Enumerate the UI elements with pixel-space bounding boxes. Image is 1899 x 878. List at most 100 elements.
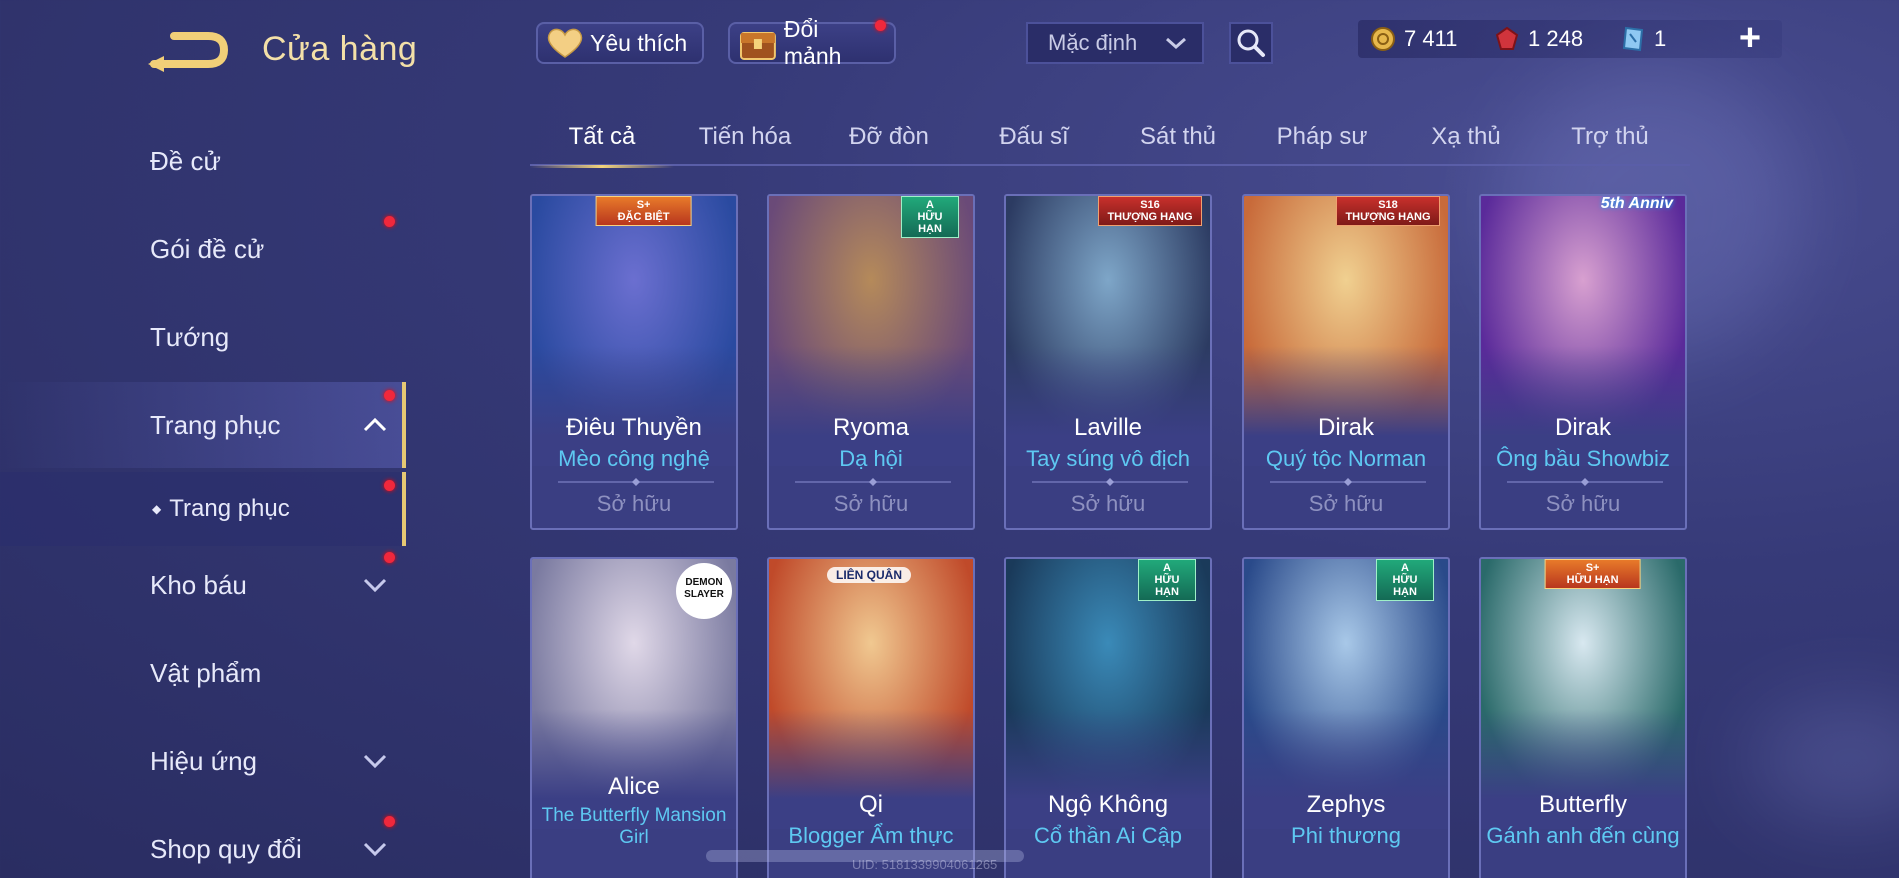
skin-card[interactable]: LIÊN QUÂN Qi Blogger Ẩm thực Sở hữu [767, 557, 975, 878]
tier-badge: A HỮU HẠN [1376, 559, 1434, 601]
hero-name: Dirak [1554, 414, 1611, 441]
sidebar: Đề cử Gói đề cử Tướng Trang phục ◆ Trang… [0, 100, 410, 878]
sidebar-item-label: Hiệu ứng [150, 745, 258, 776]
tab-mage[interactable]: Pháp sư [1250, 112, 1394, 166]
ownership-status: Sở hữu [1545, 491, 1621, 516]
skin-card[interactable]: S+ ĐẶC BIỆT Điêu Thuyền Mèo công nghệ Sở… [530, 194, 738, 530]
exchange-label: Đổi mảnh [783, 16, 842, 69]
hero-name: Điêu Thuyền [566, 414, 702, 441]
exchange-fragments-button[interactable]: Đổi mảnh [728, 16, 896, 69]
chevron-down-icon [363, 754, 387, 769]
back-arrow-icon [148, 32, 229, 72]
hero-name: Dirak [1317, 414, 1374, 441]
bullet-icon: ◆ [152, 502, 162, 516]
sidebar-item-label: Vật phẩm [150, 657, 262, 688]
sidebar-subitem-costumes[interactable]: ◆ Trang phục [0, 472, 406, 546]
red-gem-icon [1495, 26, 1519, 50]
gem-currency: 1 248 [1494, 20, 1583, 58]
divider-ornament [1270, 478, 1426, 486]
gem-value: 1 248 [1528, 26, 1584, 51]
sort-value: Mặc định [1048, 30, 1138, 55]
skin-name: Quý tộc Norman [1265, 446, 1427, 471]
sidebar-item-recommended-packs[interactable]: Gói đề cử [0, 206, 406, 292]
sidebar-item-treasure[interactable]: Kho báu [0, 542, 406, 628]
heart-icon [547, 28, 583, 58]
tier-badge: S16 THƯỢNG HẠNG [1098, 196, 1202, 226]
ownership-status: Sở hữu [596, 491, 672, 516]
ownership-status: Sở hữu [1308, 491, 1384, 516]
voucher-currency: 1 [1620, 20, 1666, 58]
ownership-status: Sở hữu [1070, 491, 1146, 516]
chevron-down-icon [363, 842, 387, 857]
skin-card[interactable]: S18 THƯỢNG HẠNG Dirak Quý tộc Norman Sở … [1242, 194, 1450, 530]
skin-card[interactable]: A HỮU HẠN Ngộ Không Cổ thần Ai Cập Sở hữ… [1004, 557, 1212, 878]
divider-ornament [1032, 478, 1188, 486]
hero-name: Alice [607, 773, 661, 800]
tier-badge: S+ HỮU HẠN [1544, 559, 1641, 589]
back-button[interactable] [148, 28, 230, 72]
tier-badge: S18 THƯỢNG HẠNG [1336, 196, 1440, 226]
skin-name: Cổ thần Ai Cập [1034, 823, 1182, 848]
skin-card[interactable]: DEMON SLAYER Alice The Butterfly Mansion… [530, 557, 738, 878]
sidebar-item-costumes[interactable]: Trang phục [0, 382, 406, 468]
skin-name: Gánh anh đến cùng [1486, 823, 1680, 848]
skin-name: Tay súng vô địch [1026, 446, 1190, 471]
tier-badge: LIÊN QUÂN [827, 567, 911, 583]
search-icon [1237, 29, 1265, 57]
sidebar-item-label: Trang phục [169, 495, 290, 522]
sort-dropdown[interactable]: Mặc định [1026, 22, 1204, 64]
skin-card[interactable]: A HỮU HẠN Ryoma Dạ hội Sở hữu [767, 194, 975, 530]
notification-dot [384, 216, 395, 227]
sidebar-item-label: Kho báu [150, 569, 247, 600]
skin-card[interactable]: S16 THƯỢNG HẠNG Laville Tay súng vô địch… [1004, 194, 1212, 530]
skin-name: Dạ hội [839, 446, 903, 471]
divider-ornament [1507, 478, 1663, 486]
chevron-down-icon [363, 578, 387, 593]
notification-dot [384, 816, 395, 827]
gold-value: 7 411 [1404, 26, 1458, 51]
skin-name: The Butterfly Mansion Girl [541, 805, 727, 848]
divider-ornament [795, 478, 951, 486]
sidebar-item-exchange-shop[interactable]: Shop quy đổi [0, 806, 406, 878]
favorite-button[interactable]: Yêu thích [536, 22, 704, 64]
tab-all[interactable]: Tất cả [530, 112, 674, 168]
ownership-status: Sở hữu [833, 491, 909, 516]
voucher-value: 1 [1654, 26, 1667, 51]
tier-badge: A HỮU HẠN [1138, 559, 1196, 601]
sidebar-item-heroes[interactable]: Tướng [0, 294, 406, 380]
tab-support[interactable]: Trợ thủ [1538, 112, 1682, 166]
blue-voucher-icon [1622, 26, 1644, 52]
chevron-up-icon [363, 417, 387, 432]
sidebar-item-label: Tướng [150, 321, 230, 352]
skin-card[interactable]: S+ HỮU HẠN Butterfly Gánh anh đến cùng S… [1479, 557, 1687, 878]
skin-name: Ông bầu Showbiz [1496, 446, 1670, 471]
divider-ornament [558, 478, 714, 486]
notification-dot [875, 20, 886, 31]
hero-name: Zephys [1306, 791, 1386, 818]
sidebar-item-items[interactable]: Vật phẩm [0, 630, 406, 716]
sidebar-item-effects[interactable]: Hiệu ứng [0, 718, 406, 804]
hero-name: Ryoma [832, 414, 910, 441]
tab-marksman[interactable]: Xạ thủ [1394, 112, 1538, 166]
skin-card[interactable]: A HỮU HẠN Zephys Phi thương Sở hữu [1242, 557, 1450, 878]
uid-text: UID: 5181339904061265 [852, 857, 998, 872]
role-tabs: Tất cả Tiến hóa Đỡ đòn Đấu sĩ Sát thủ Ph… [530, 112, 1690, 168]
tab-assassin[interactable]: Sát thủ [1106, 112, 1250, 166]
search-button[interactable] [1229, 22, 1273, 64]
tier-badge: DEMON SLAYER [676, 563, 732, 619]
treasure-chest-icon [739, 32, 776, 60]
skin-card[interactable]: 5th Anniv Dirak Ông bầu Showbiz Sở hữu [1479, 194, 1687, 530]
favorite-label: Yêu thích [590, 29, 688, 56]
gold-coin-icon [1371, 27, 1395, 51]
tab-tank[interactable]: Đỡ đòn [817, 112, 961, 166]
gold-currency: 7 411 [1370, 20, 1457, 58]
notification-dot [384, 552, 395, 563]
sidebar-item-label: Đề cử [150, 145, 221, 176]
hero-name: Laville [1073, 414, 1143, 441]
add-currency-button[interactable]: + [1732, 18, 1768, 58]
chevron-down-icon [1166, 37, 1186, 50]
tab-fighter[interactable]: Đấu sĩ [962, 112, 1106, 166]
sidebar-item-recommended[interactable]: Đề cử [0, 118, 406, 204]
tab-evolution[interactable]: Tiến hóa [673, 112, 817, 166]
notification-dot [384, 480, 395, 491]
